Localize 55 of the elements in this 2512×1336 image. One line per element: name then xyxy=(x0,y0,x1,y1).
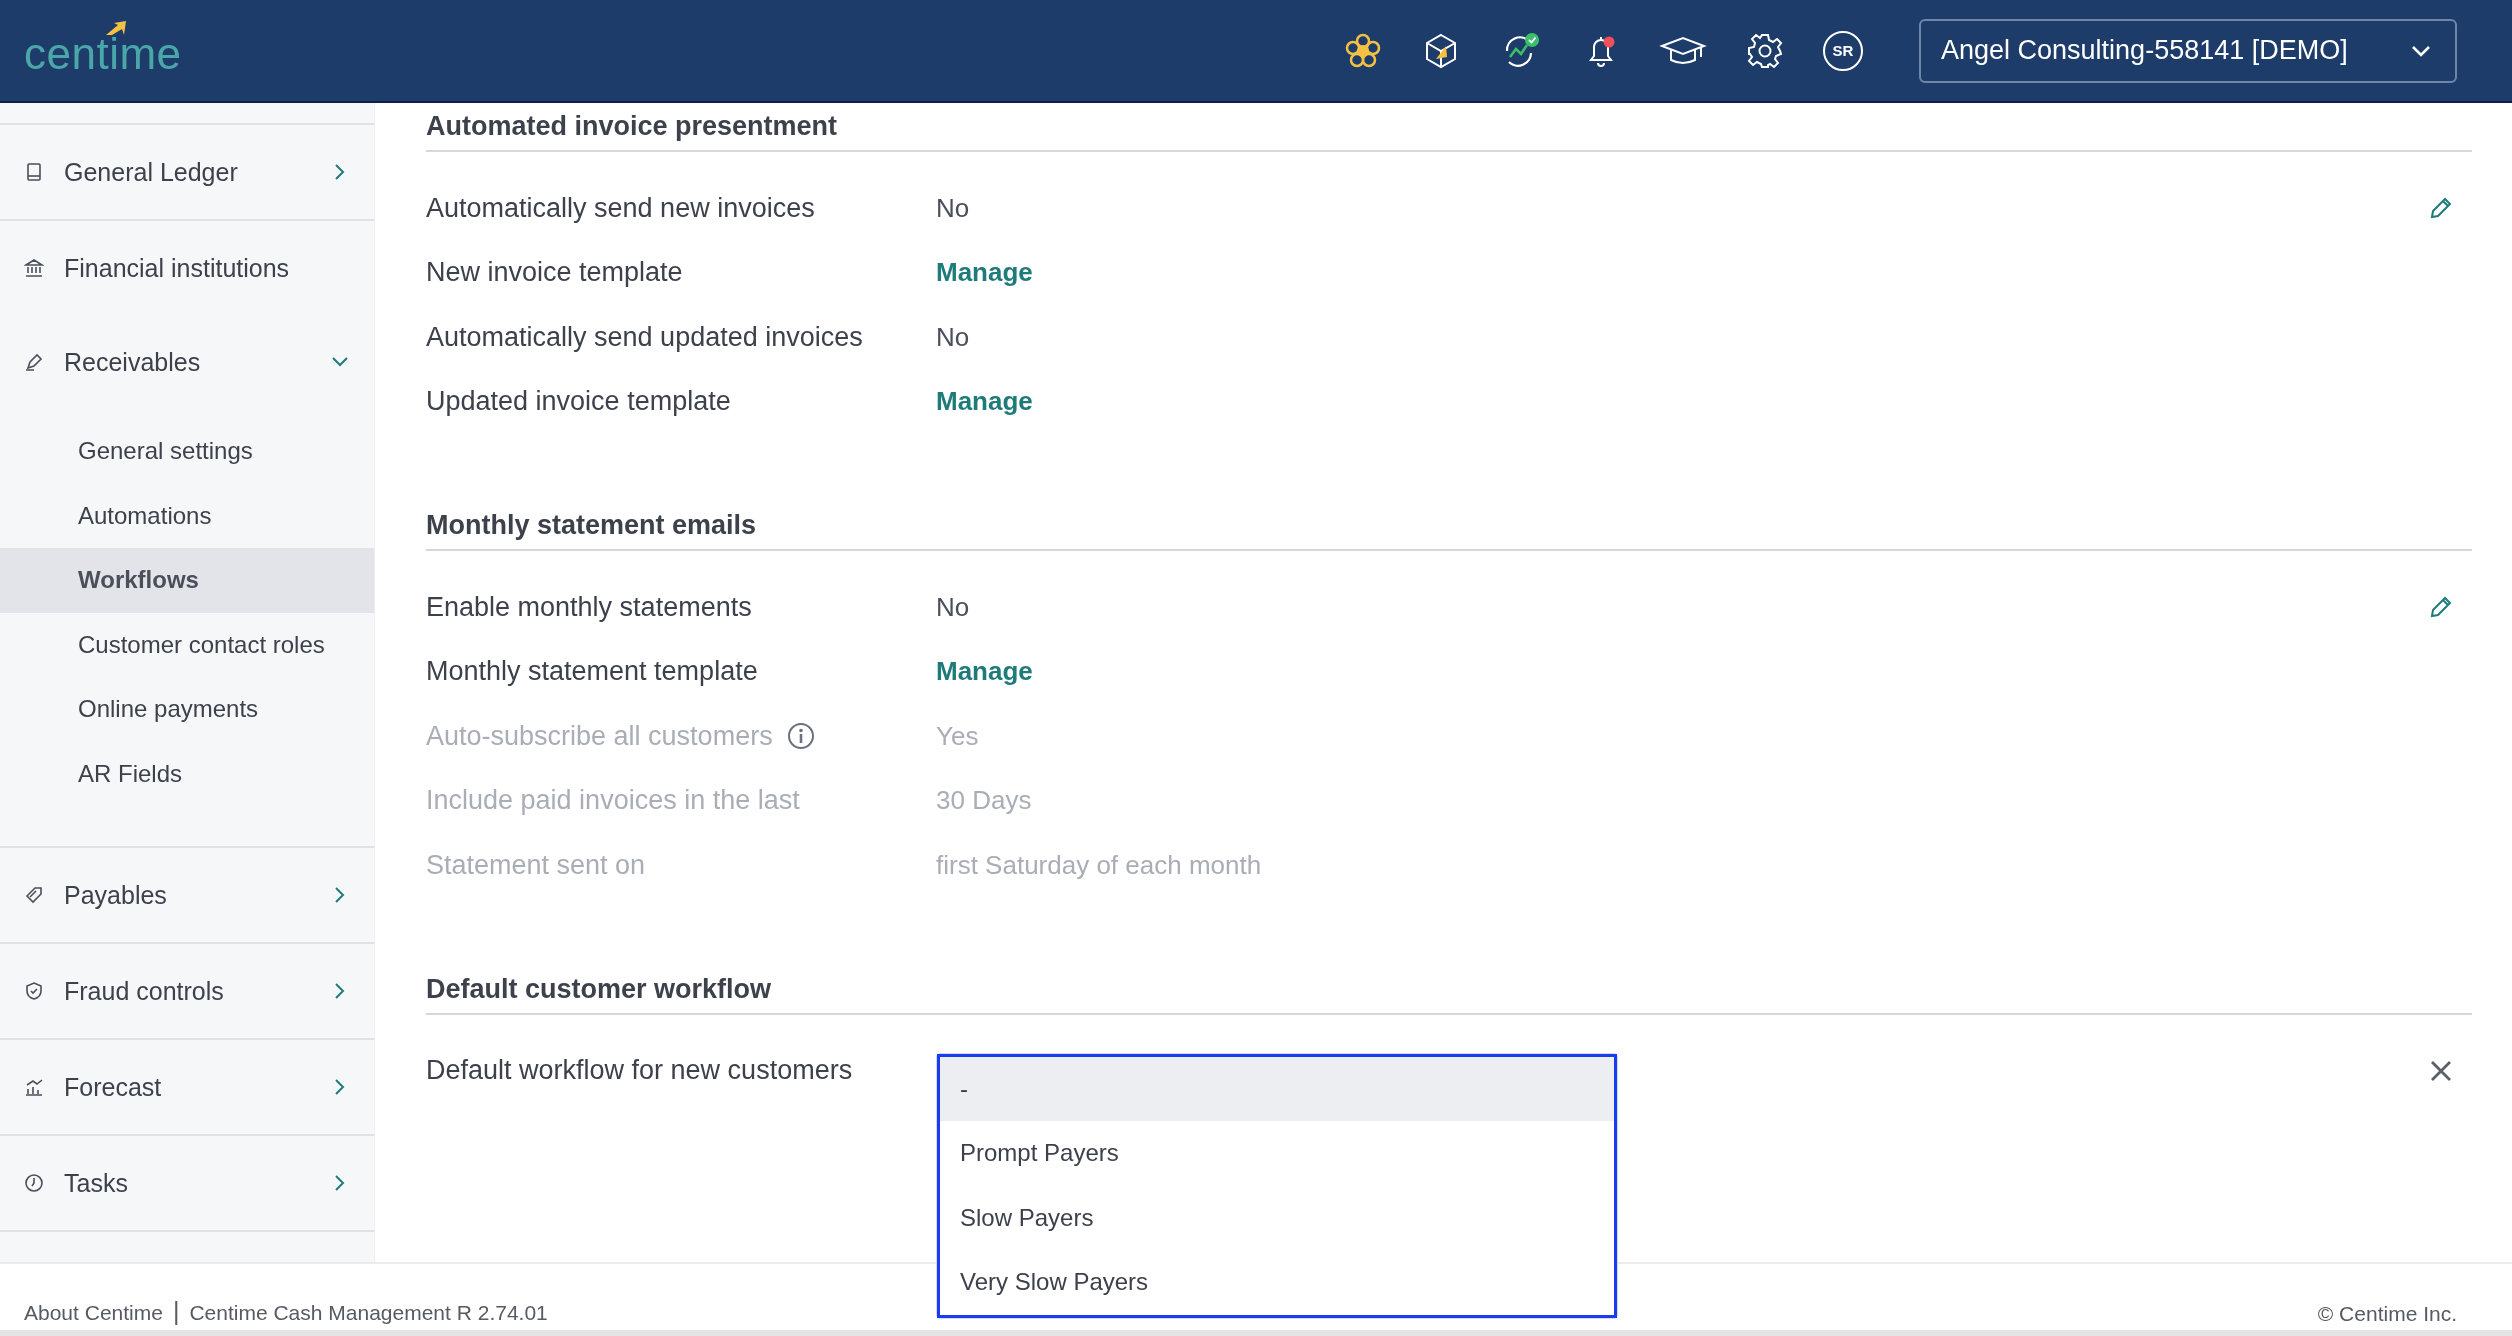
sidebar-subitem[interactable]: Online payments xyxy=(0,677,374,742)
clock-icon xyxy=(24,1173,44,1193)
shield-icon xyxy=(24,981,44,1001)
version-text: Centime Cash Management R 2.74.01 xyxy=(189,1301,548,1325)
setting-label: Statement sent on xyxy=(426,849,646,881)
setting-label: Automatically send new invoices xyxy=(426,192,815,224)
manage-link[interactable]: Manage xyxy=(936,656,1033,688)
setting-value: Yes xyxy=(936,720,979,752)
sidebar-subitem[interactable]: General settings xyxy=(0,419,374,484)
setting-value: No xyxy=(936,192,970,224)
sidebar-item[interactable]: Fraud controls xyxy=(0,944,374,1038)
setting-label: Enable monthly statements xyxy=(426,591,752,623)
sidebar-item[interactable]: Receivables xyxy=(0,315,374,409)
setting-label: New invoice template xyxy=(426,257,683,289)
setting-value: No xyxy=(936,591,970,623)
copyright-text: © Centime Inc. xyxy=(2317,1302,2457,1326)
manage-link[interactable]: Manage xyxy=(936,386,1033,418)
dropdown-option[interactable]: - xyxy=(940,1056,1614,1121)
chart-icon xyxy=(24,1077,44,1097)
company-select[interactable]: Angel Consulting-558141 [DEMO] xyxy=(1919,18,2457,83)
section-title: Monthly statement emails xyxy=(426,510,2472,551)
user-avatar[interactable]: SR xyxy=(1823,30,1863,71)
dropdown-option[interactable]: Very Slow Payers xyxy=(940,1250,1614,1315)
tag-icon xyxy=(24,885,44,905)
setting-label: Monthly statement template xyxy=(426,656,758,688)
pen-icon xyxy=(24,352,44,372)
sidebar-subitem[interactable]: AR Fields xyxy=(0,741,374,806)
setting-label: Default workflow for new customers xyxy=(426,1055,853,1087)
sidebar-item[interactable]: Financial institutions xyxy=(0,221,374,315)
sidebar-item[interactable]: Forecast xyxy=(0,1040,374,1134)
sidebar-item[interactable]: General Ledger xyxy=(0,125,374,219)
separator-text: | xyxy=(172,1297,180,1326)
sidebar-item[interactable]: Payables xyxy=(0,848,374,942)
setting-label: Updated invoice template xyxy=(426,386,731,418)
sidebar-subitem[interactable]: Customer contact roles xyxy=(0,612,374,677)
logo[interactable]: centime xyxy=(24,22,182,79)
book-icon xyxy=(24,162,44,182)
setting-label: Auto-subscribe all customers xyxy=(426,720,773,752)
dropdown-option[interactable]: Prompt Payers xyxy=(940,1121,1614,1186)
setting-value: 30 Days xyxy=(936,785,1032,817)
section-title: Automated invoice presentment xyxy=(426,111,2472,152)
setting-label: Include paid invoices in the last xyxy=(426,785,800,817)
sidebar-subitem[interactable]: Workflows xyxy=(0,548,374,613)
bank-icon xyxy=(24,258,44,278)
setting-value: first Saturday of each month xyxy=(936,849,1262,881)
logo-arrow-icon xyxy=(106,20,126,35)
setting-value: No xyxy=(936,321,970,353)
about-link[interactable]: About Centime xyxy=(24,1301,163,1325)
dropdown-option[interactable]: Slow Payers xyxy=(940,1185,1614,1250)
setting-label: Automatically send updated invoices xyxy=(426,321,863,353)
chevron-down-icon xyxy=(2411,44,2431,57)
manage-link[interactable]: Manage xyxy=(936,257,1033,289)
sidebar-subitem[interactable]: Automations xyxy=(0,483,374,548)
sidebar-item[interactable]: Tasks xyxy=(0,1136,374,1230)
section-title: Default customer workflow xyxy=(426,973,2472,1015)
